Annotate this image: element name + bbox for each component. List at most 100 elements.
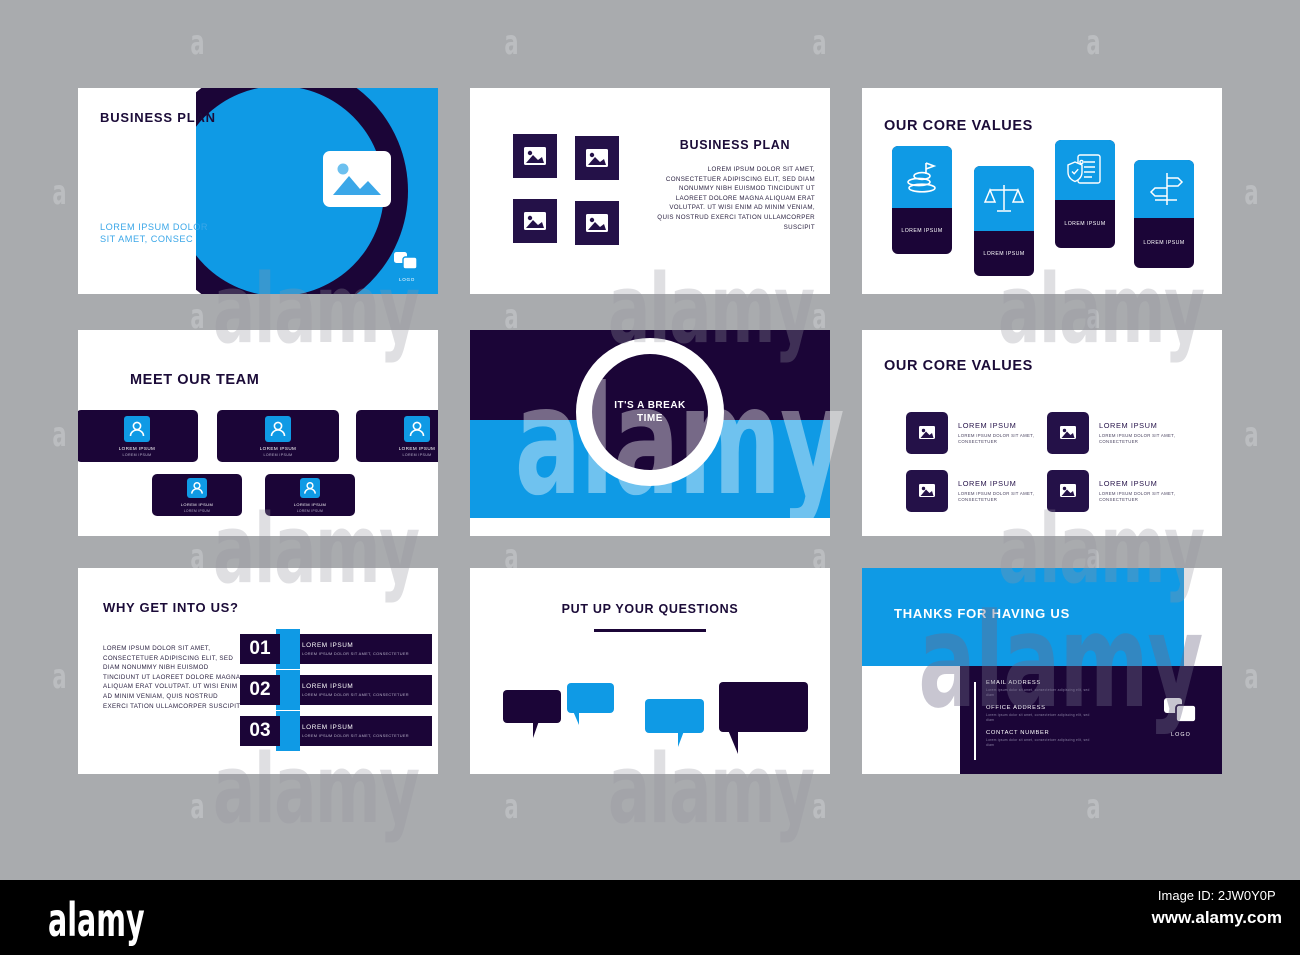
image-placeholder-icon bbox=[513, 199, 557, 243]
contact-heading: OFFICE ADDRESS bbox=[986, 705, 1046, 711]
page-title: BUSINESS PLAN bbox=[100, 110, 216, 125]
body-text: LOREM IPSUM DOLOR SIT AMET, CONSECTETUER… bbox=[103, 645, 241, 710]
step-heading: LOREM IPSUM bbox=[302, 723, 354, 731]
value-heading: LOREM IPSUM bbox=[958, 478, 1017, 488]
page-title: MEET OUR TEAM bbox=[130, 372, 260, 388]
slide-core-values-list[interactable]: OUR CORE VALUES LOREM IPSUM LOREM IPSUM … bbox=[862, 330, 1222, 536]
team-role: LOREM IPSUM bbox=[183, 508, 211, 513]
avatar-icon bbox=[300, 477, 320, 498]
slide-business-plan-gallery[interactable]: BUSINESS PLAN LOREM IPSUM DOLOR SIT AMET… bbox=[470, 88, 830, 294]
image-placeholder-icon bbox=[906, 412, 948, 454]
step-text: LOREM IPSUM DOLOR SIT AMET, CONSECTETUER bbox=[302, 691, 409, 697]
watermark-letter: a bbox=[52, 415, 67, 455]
step-text: LOREM IPSUM DOLOR SIT AMET, CONSECTETUER bbox=[302, 732, 409, 738]
footer-meta: Image ID: 2JW0Y0P www.alamy.com bbox=[1152, 888, 1282, 928]
image-id-label: Image ID: 2JW0Y0P bbox=[1157, 888, 1276, 903]
thumbnail-grid bbox=[513, 134, 633, 249]
image-placeholder-icon bbox=[323, 151, 391, 207]
slide-thanks[interactable]: THANKS FOR HAVING US EMAIL ADDRESS Lorem… bbox=[862, 568, 1222, 774]
core-value-label: LOREM IPSUM bbox=[983, 250, 1025, 257]
slide-grid: a a a a a a a a a a a a a a a a a a a a … bbox=[0, 0, 1300, 880]
step-row[interactable]: 03 LOREM IPSUM LOREM IPSUM DOLOR SIT AME… bbox=[240, 711, 432, 751]
team-card[interactable]: LOREM IPSUM LOREM IPSUM bbox=[78, 410, 198, 462]
shield-document-icon bbox=[1055, 140, 1115, 200]
logo-label: LOGO bbox=[1171, 732, 1191, 738]
contact-heading: EMAIL ADDRESS bbox=[986, 680, 1041, 686]
core-value-card[interactable]: LOREM IPSUM bbox=[1055, 140, 1115, 248]
image-placeholder-icon bbox=[575, 136, 619, 180]
subtitle-line-1: LOREM IPSUM DOLOR bbox=[100, 222, 209, 232]
step-content: LOREM IPSUM LOREM IPSUM DOLOR SIT AMET, … bbox=[292, 675, 432, 705]
contact-text: Lorem ipsum dolor sit amet, consectetuer… bbox=[986, 688, 1090, 698]
step-content: LOREM IPSUM LOREM IPSUM DOLOR SIT AMET, … bbox=[292, 716, 432, 746]
step-number: 01 bbox=[240, 634, 280, 664]
team-name: LOREM IPSUM bbox=[118, 445, 156, 451]
circle-core: IT'S A BREAK TIME bbox=[592, 354, 708, 470]
value-item[interactable]: LOREM IPSUM LOREM IPSUM DOLOR SIT AMET, … bbox=[1047, 470, 1177, 512]
slide-questions[interactable]: PUT UP YOUR QUESTIONS bbox=[470, 568, 830, 774]
watermark-letter: a bbox=[812, 297, 827, 337]
core-value-label: LOREM IPSUM bbox=[1064, 221, 1106, 227]
watermark-letter: a bbox=[1244, 415, 1259, 455]
team-name: LOREM IPSUM bbox=[398, 445, 436, 451]
core-value-card[interactable]: LOREM IPSUM bbox=[1134, 160, 1194, 268]
value-text: LOREM IPSUM DOLOR SIT AMET, CONSECTETUER bbox=[1099, 432, 1176, 444]
page-title: OUR CORE VALUES bbox=[884, 358, 1033, 374]
watermark-letter: a bbox=[52, 657, 67, 697]
contact-block: EMAIL ADDRESS Lorem ipsum dolor sit amet… bbox=[986, 680, 1094, 698]
body-text: LOREM IPSUM DOLOR SIT AMET, CONSECTETUER… bbox=[657, 166, 815, 231]
slide-core-values-cards[interactable]: OUR CORE VALUES LOREM IPSUM LOREM IPSUM bbox=[862, 88, 1222, 294]
watermark-letter: a bbox=[190, 297, 205, 337]
watermark-letter: a bbox=[812, 787, 827, 827]
image-placeholder-icon bbox=[1047, 470, 1089, 512]
core-value-card[interactable]: LOREM IPSUM bbox=[974, 166, 1034, 276]
value-heading: LOREM IPSUM bbox=[958, 420, 1017, 430]
value-text: LOREM IPSUM DOLOR SIT AMET, CONSECTETUER bbox=[958, 432, 1035, 444]
watermark-letter: a bbox=[1244, 173, 1259, 213]
value-item[interactable]: LOREM IPSUM LOREM IPSUM DOLOR SIT AMET, … bbox=[1047, 412, 1177, 454]
core-value-label: LOREM IPSUM bbox=[1143, 240, 1185, 246]
team-name: LOREM IPSUM bbox=[293, 501, 327, 507]
slide-break-time[interactable]: IT'S A BREAK TIME bbox=[470, 330, 830, 536]
watermark-letter: a bbox=[1086, 297, 1101, 337]
slide-meet-our-team[interactable]: MEET OUR TEAM LOREM IPSUM LOREM IPSUM LO… bbox=[78, 330, 438, 536]
team-name: LOREM IPSUM bbox=[259, 445, 297, 451]
team-role: LOREM IPSUM bbox=[263, 452, 293, 457]
step-content: LOREM IPSUM LOREM IPSUM DOLOR SIT AMET, … bbox=[292, 634, 432, 664]
team-card[interactable]: LOREM IPSUM LOREM IPSUM bbox=[217, 410, 339, 462]
step-heading: LOREM IPSUM bbox=[302, 682, 354, 690]
image-placeholder-icon bbox=[575, 201, 619, 245]
break-time-text: IT'S A BREAK TIME bbox=[614, 399, 686, 426]
step-row[interactable]: 02 LOREM IPSUM LOREM IPSUM DOLOR SIT AME… bbox=[240, 670, 432, 710]
team-card[interactable]: LOREM IPSUM LOREM IPSUM bbox=[152, 474, 242, 516]
step-row[interactable]: 01 LOREM IPSUM LOREM IPSUM DOLOR SIT AME… bbox=[240, 629, 432, 669]
footer-bar: alamy Image ID: 2JW0Y0P www.alamy.com bbox=[0, 880, 1300, 955]
watermark-letter: a bbox=[190, 787, 205, 827]
watermark-letter: a bbox=[1086, 787, 1101, 827]
value-heading: LOREM IPSUM bbox=[1099, 420, 1158, 430]
slide-title[interactable]: BUSINESS PLAN LOREM IPSUM DOLOR SIT AMET… bbox=[78, 88, 438, 294]
image-placeholder-icon bbox=[1047, 412, 1089, 454]
image-placeholder-icon bbox=[906, 470, 948, 512]
watermark-letter: a bbox=[1244, 657, 1259, 697]
slide-why-get-into-us[interactable]: WHY GET INTO US? LOREM IPSUM DOLOR SIT A… bbox=[78, 568, 438, 774]
value-text: LOREM IPSUM DOLOR SIT AMET, CONSECTETUER bbox=[1099, 490, 1176, 502]
team-card[interactable]: LOREM IPSUM LOREM IPSUM bbox=[265, 474, 355, 516]
watermark-letter: a bbox=[504, 23, 519, 63]
watermark-letter: a bbox=[812, 23, 827, 63]
page-title: THANKS FOR HAVING US bbox=[894, 606, 1071, 621]
alamy-brand: alamy bbox=[48, 893, 145, 947]
contact-text: Lorem ipsum dolor sit amet, consectetuer… bbox=[986, 713, 1090, 723]
image-placeholder-icon bbox=[513, 134, 557, 178]
team-card[interactable]: LOREM IPSUM LOREM IPSUM bbox=[356, 410, 438, 462]
core-value-card[interactable]: LOREM IPSUM bbox=[892, 146, 952, 254]
watermark-letter: a bbox=[190, 23, 205, 63]
page-title: BUSINESS PLAN bbox=[679, 138, 791, 152]
step-heading: LOREM IPSUM bbox=[302, 641, 354, 649]
contact-heading: CONTACT NUMBER bbox=[986, 730, 1050, 736]
signpost-icon bbox=[1134, 160, 1194, 218]
value-item[interactable]: LOREM IPSUM LOREM IPSUM DOLOR SIT AMET, … bbox=[906, 470, 1036, 512]
value-item[interactable]: LOREM IPSUM LOREM IPSUM DOLOR SIT AMET, … bbox=[906, 412, 1036, 454]
core-value-label: LOREM IPSUM bbox=[901, 228, 943, 234]
value-text: LOREM IPSUM DOLOR SIT AMET, CONSECTETUER bbox=[958, 490, 1035, 502]
